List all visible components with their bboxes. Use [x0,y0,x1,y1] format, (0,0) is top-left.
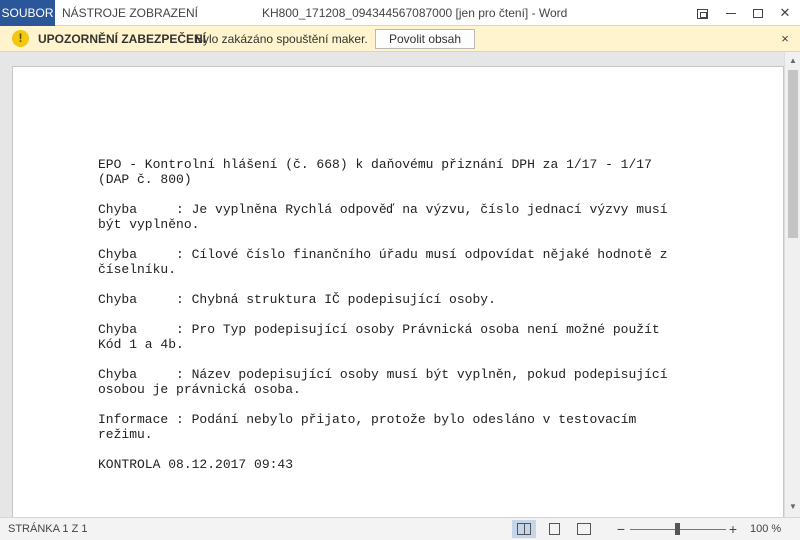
document-paragraph: Informace : Podání nebylo přijato, proto… [98,412,637,442]
security-warning-title: UPOZORNĚNÍ ZABEZPEČENÍ [38,32,207,46]
vertical-scrollbar[interactable]: ▲ ▼ [784,52,800,517]
read-mode-button[interactable] [512,520,536,538]
scroll-down-icon[interactable]: ▼ [785,500,800,514]
zoom-slider-thumb[interactable] [675,523,680,535]
document-paragraph: EPO - Kontrolní hlášení (č. 668) k daňov… [98,157,652,187]
warning-icon: ! [12,30,29,47]
ribbon-display-options-icon[interactable] [693,4,711,22]
document-paragraph: Chyba : Chybná struktura IČ podepisující… [98,292,496,307]
title-bar: SOUBOR NÁSTROJE ZOBRAZENÍ KH800_171208_0… [0,0,800,26]
file-tab[interactable]: SOUBOR [0,0,55,26]
scroll-thumb[interactable] [788,70,798,238]
web-layout-icon [577,523,591,535]
security-warning-bar: ! UPOZORNĚNÍ ZABEZPEČENÍ Bylo zakázáno s… [0,26,800,52]
print-layout-button[interactable] [543,520,567,538]
document-paragraph: KONTROLA 08.12.2017 09:43 [98,457,294,472]
document-paragraph: Chyba : Je vyplněna Rychlá odpověď na vý… [98,202,668,232]
read-mode-icon [517,523,531,535]
zoom-in-button[interactable]: + [726,518,740,540]
document-paragraph: Chyba : Pro Typ podepisující osoby Právn… [98,322,660,352]
maximize-icon[interactable] [749,4,767,22]
enable-content-button[interactable]: Povolit obsah [375,29,475,49]
close-icon[interactable]: ✕ [776,4,794,22]
zoom-level[interactable]: 100 % [750,518,781,540]
page-count[interactable]: STRÁNKA 1 Z 1 [8,518,87,540]
print-layout-icon [549,523,560,535]
document-paragraph: Chyba : Cílové číslo finančního úřadu mu… [98,247,668,277]
zoom-out-button[interactable]: − [614,518,628,540]
document-paragraph: Chyba : Název podepisující osoby musí bý… [98,367,668,397]
view-tools-tab[interactable]: NÁSTROJE ZOBRAZENÍ [62,0,198,26]
document-body: EPO - Kontrolní hlášení (č. 668) k daňov… [98,157,718,487]
minimize-icon[interactable] [722,4,740,22]
window-title: KH800_171208_094344567087000 [jen pro čt… [262,6,568,20]
web-layout-button[interactable] [572,520,596,538]
security-warning-message: Bylo zakázáno spouštění maker. [195,32,368,46]
scroll-up-icon[interactable]: ▲ [785,54,800,68]
security-bar-close-icon[interactable]: × [777,30,793,48]
status-bar: STRÁNKA 1 Z 1 − + 100 % [0,517,800,540]
